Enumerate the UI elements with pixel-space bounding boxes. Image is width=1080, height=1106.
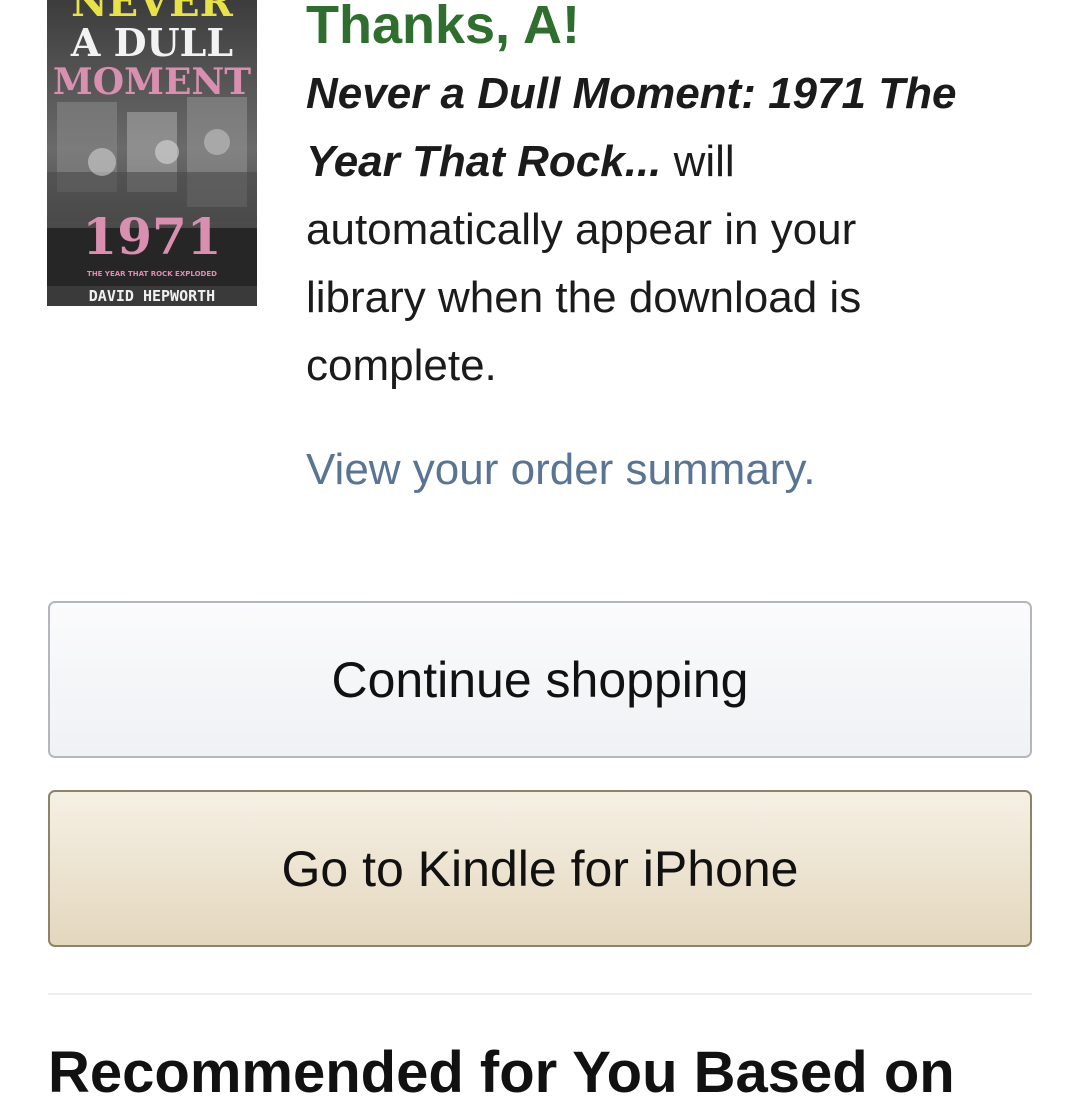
purchase-confirmation: Thanks, A! Never a Dull Moment: 1971 The… <box>306 0 986 498</box>
continue-shopping-label: Continue shopping <box>331 651 749 708</box>
cover-line3: MOMENT <box>53 61 251 103</box>
book-cover-art: NEVER A DULL MOMENT 1971 THE YEAR THAT R… <box>47 0 257 306</box>
go-to-kindle-button[interactable]: Go to Kindle for iPhone <box>48 790 1032 947</box>
order-summary-link[interactable]: View your order summary. <box>306 442 815 498</box>
continue-shopping-button[interactable]: Continue shopping <box>48 601 1032 758</box>
cover-year: 1971 <box>82 207 221 266</box>
book-cover: NEVER A DULL MOMENT 1971 THE YEAR THAT R… <box>47 0 257 306</box>
go-to-kindle-label: Go to Kindle for iPhone <box>281 840 799 897</box>
download-message: Never a Dull Moment: 1971 The Year That … <box>306 60 986 400</box>
cover-line2: A DULL <box>70 20 233 65</box>
cover-tagline: THE YEAR THAT ROCK EXPLODED <box>87 270 217 278</box>
cover-author: DAVID HEPWORTH <box>89 287 215 305</box>
recommendations-heading: Recommended for You Based on <box>48 1040 955 1105</box>
book-title: Never a Dull Moment: 1971 The Year That … <box>306 69 957 186</box>
thanks-heading: Thanks, A! <box>306 0 581 55</box>
section-divider <box>48 993 1032 995</box>
